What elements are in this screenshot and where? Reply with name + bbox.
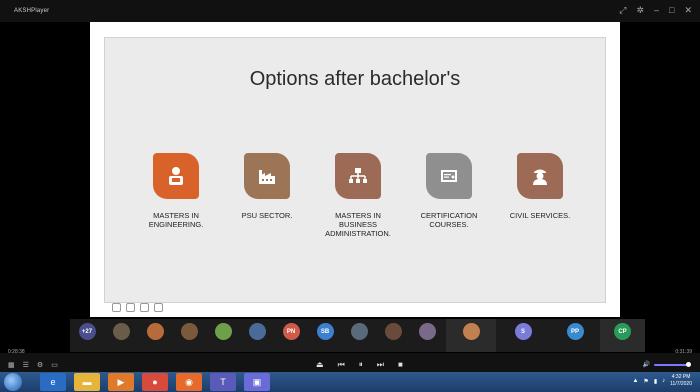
draw-tool-icon[interactable]: [112, 303, 121, 312]
officer-icon: [517, 153, 563, 199]
participant-tile[interactable]: [172, 319, 206, 352]
option-psu-sector: PSU SECTOR.: [231, 153, 303, 220]
close-icon[interactable]: ✕: [684, 5, 692, 16]
avatar: [112, 323, 130, 340]
teams-icon[interactable]: T: [210, 373, 236, 391]
pause-icon[interactable]: ⏸: [359, 360, 363, 370]
participant-tile[interactable]: PP: [550, 319, 600, 352]
org-chart-icon: [335, 153, 381, 199]
avatar: [248, 323, 266, 340]
subtitles-icon[interactable]: ▭: [51, 361, 58, 369]
total-time: 0:31:39: [675, 349, 692, 355]
playback-controls: ⏏ ⏮ ⏸ ⏭ ■: [316, 360, 403, 370]
option-mba: MASTERS IN BUSINESS ADMINISTRATION.: [322, 153, 394, 238]
avatar: PN: [282, 323, 300, 340]
player-left-controls: ▦ ☰ ⚙ ▭: [8, 361, 58, 369]
avatar: S: [514, 323, 532, 340]
participant-tile[interactable]: [240, 319, 274, 352]
participant-tile[interactable]: CP: [600, 319, 645, 352]
avatar: SB: [316, 323, 334, 340]
avatar: [462, 323, 480, 340]
slide-title: Options after bachelor's: [249, 68, 461, 90]
layout-icon[interactable]: ▦: [8, 361, 15, 369]
participant-tile[interactable]: [376, 319, 410, 352]
browser-icon[interactable]: e: [40, 373, 66, 391]
more-participants-button[interactable]: +27: [70, 319, 104, 352]
player-controls: ▦ ☰ ⚙ ▭ ⏏ ⏮ ⏸ ⏭ ■ 🔊: [0, 358, 700, 372]
option-certification: CERTIFICATION COURSES.: [413, 153, 485, 229]
clock-date: 11/7/2020: [670, 381, 692, 387]
participant-tile[interactable]: [206, 319, 240, 352]
chrome-icon[interactable]: ●: [142, 373, 168, 391]
clock-time: 4:32 PM: [671, 374, 691, 380]
app-name: AKSHPlayer: [14, 8, 50, 14]
zoom-tool-icon[interactable]: [140, 303, 149, 312]
chapters-icon[interactable]: ☰: [23, 361, 29, 369]
stop-icon[interactable]: ■: [398, 360, 403, 370]
volume-slider[interactable]: [654, 361, 691, 367]
video-player-icon[interactable]: ▣: [244, 373, 270, 391]
option-civil-services: CIVIL SERVICES.: [504, 153, 576, 220]
tray-arrow-icon[interactable]: ▲: [632, 378, 638, 384]
avatar: [350, 323, 368, 340]
avatar: CP: [614, 323, 631, 340]
clock[interactable]: 4:32 PM 11/7/2020: [670, 374, 692, 388]
volume-control: 🔊: [643, 361, 691, 368]
certificate-icon: [426, 153, 472, 199]
avatar: [214, 323, 232, 340]
participant-tile[interactable]: SB: [308, 319, 342, 352]
option-label: CIVIL SERVICES.: [509, 211, 571, 220]
windows-taskbar: e ▬ ▶ ● ◉ T ▣ ▲ ⚑ ▮ ♪ 4:32 PM 11/7/2020: [0, 372, 700, 392]
folder-icon[interactable]: ▬: [74, 373, 100, 391]
firefox-icon[interactable]: ◉: [176, 373, 202, 391]
avatar: PP: [566, 323, 584, 340]
option-label: PSU SECTOR.: [241, 211, 293, 220]
pin-icon[interactable]: ⤢: [619, 5, 626, 16]
settings-icon[interactable]: ⚙: [37, 361, 43, 369]
engineer-icon: [153, 153, 199, 199]
avatar: [418, 323, 436, 340]
participants-strip: +27 PN SB S PP CP: [70, 319, 645, 352]
factory-icon: [244, 153, 290, 199]
elapsed-time: 0:28:38: [8, 349, 25, 355]
participant-tile[interactable]: [104, 319, 138, 352]
slide-toolbar: [112, 303, 163, 312]
participant-tile[interactable]: PN: [274, 319, 308, 352]
flag-icon[interactable]: ⚑: [643, 378, 648, 385]
volume-icon[interactable]: 🔊: [643, 361, 650, 368]
avatar: [146, 323, 164, 340]
avatar: +27: [78, 323, 96, 340]
option-label: MASTERS IN BUSINESS ADMINISTRATION.: [325, 211, 391, 238]
minimize-icon[interactable]: –: [654, 5, 659, 16]
window-controls: ⤢ ✲ – □ ✕: [619, 5, 692, 16]
eject-icon[interactable]: ⏏: [316, 360, 324, 370]
option-label: MASTERS IN ENGINEERING.: [148, 211, 204, 229]
taskbar-apps: e ▬ ▶ ● ◉ T ▣: [40, 373, 270, 391]
media-player-icon[interactable]: ▶: [108, 373, 134, 391]
participant-tile[interactable]: [446, 319, 496, 352]
avatar: [384, 323, 402, 340]
participant-tile[interactable]: S: [498, 319, 548, 352]
avatar: [180, 323, 198, 340]
option-masters-engineering: MASTERS IN ENGINEERING.: [140, 153, 212, 229]
next-icon[interactable]: ⏭: [377, 360, 384, 370]
previous-icon[interactable]: ⏮: [338, 360, 345, 370]
option-label: CERTIFICATION COURSES.: [420, 211, 478, 229]
window-title-bar: AKSHPlayer ⤢ ✲ – □ ✕: [0, 0, 700, 22]
presentation-slide: Options after bachelor's MASTERS IN ENGI…: [104, 37, 606, 303]
pointer-tool-icon[interactable]: [126, 303, 135, 312]
participant-tile[interactable]: [342, 319, 376, 352]
system-tray: ▲ ⚑ ▮ ♪ 4:32 PM 11/7/2020: [632, 374, 692, 388]
participant-tile[interactable]: [410, 319, 444, 352]
start-button[interactable]: [4, 373, 22, 391]
network-icon[interactable]: ▮: [654, 378, 657, 385]
settings-icon[interactable]: ✲: [636, 5, 644, 16]
speaker-icon[interactable]: ♪: [662, 378, 665, 384]
participant-tile[interactable]: [138, 319, 172, 352]
maximize-icon[interactable]: □: [669, 5, 674, 16]
more-tool-icon[interactable]: [154, 303, 163, 312]
